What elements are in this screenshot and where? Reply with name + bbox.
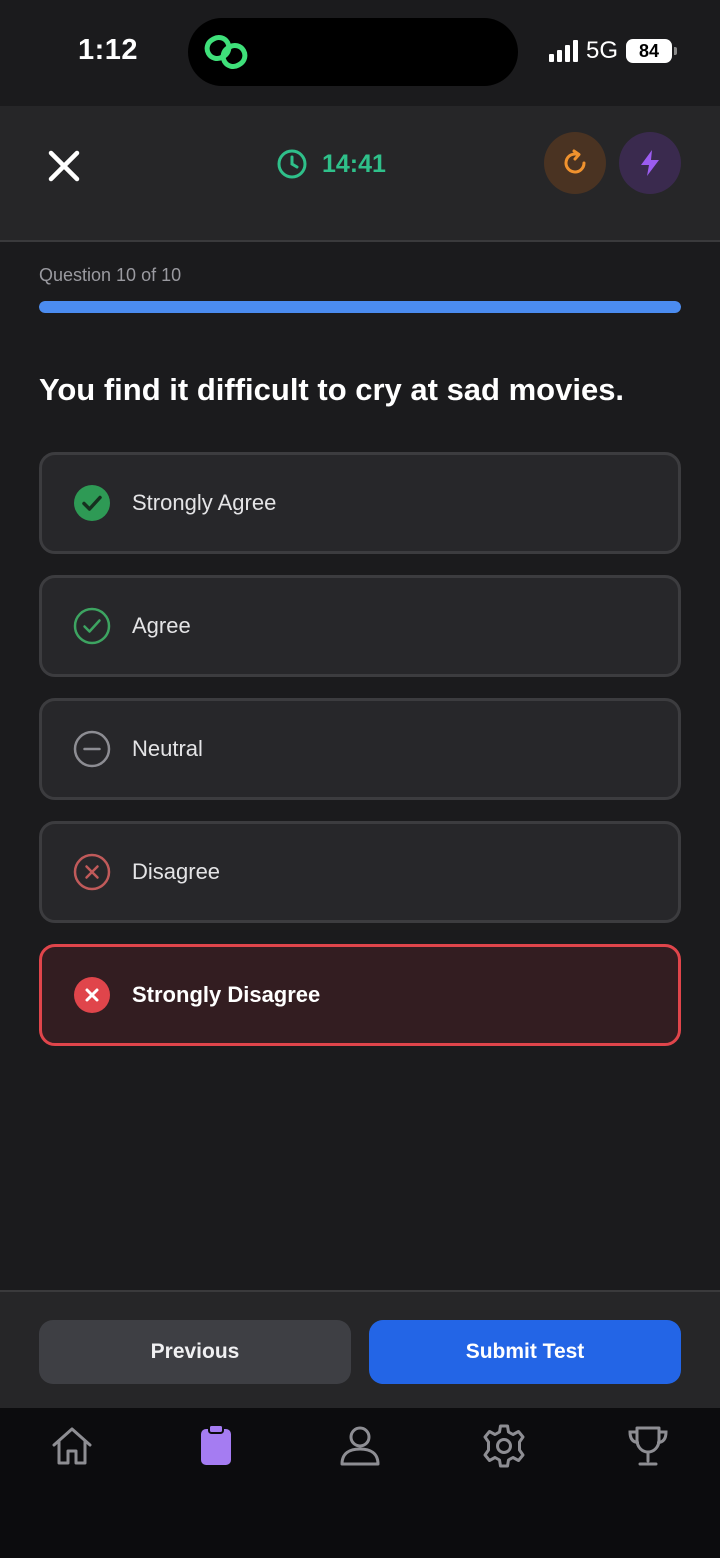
option-neutral[interactable]: Neutral	[39, 698, 681, 800]
question-counter: Question 10 of 10	[39, 265, 182, 285]
status-indicators: 5G 84	[548, 36, 677, 66]
close-icon[interactable]	[44, 146, 84, 186]
network-type: 5G	[585, 37, 618, 64]
timer-text: 14:41	[322, 149, 386, 178]
option-label: Disagree	[132, 859, 221, 884]
minus-circle-icon	[73, 730, 111, 768]
option-disagree[interactable]: Disagree	[39, 821, 681, 923]
filled-x-circle-icon	[74, 977, 110, 1013]
refresh-button[interactable]	[544, 132, 606, 194]
status-time: 1:12	[78, 34, 139, 66]
settings-icon[interactable]	[480, 1422, 528, 1470]
clipboard-icon[interactable]	[192, 1422, 240, 1470]
option-strongly-disagree[interactable]: Strongly Disagree	[39, 944, 681, 1046]
status-bar: 1:12 5G 84	[0, 0, 720, 106]
submit-test-button[interactable]: Submit Test	[369, 1320, 681, 1384]
previous-button[interactable]: Previous	[39, 1320, 351, 1384]
option-label: Strongly Agree	[132, 490, 277, 515]
home-icon[interactable]	[48, 1422, 96, 1470]
quiz-header: 14:41	[0, 106, 720, 242]
option-label: Strongly Disagree	[132, 982, 321, 1007]
clock-icon	[277, 149, 307, 179]
outline-check-circle-icon	[73, 607, 111, 645]
progress-bar	[39, 301, 681, 313]
bottom-tab-bar	[0, 1408, 720, 1558]
signal-icon	[548, 40, 578, 62]
option-agree[interactable]: Agree	[39, 575, 681, 677]
filled-check-circle-icon	[74, 485, 110, 521]
progress-fill	[39, 301, 681, 313]
dynamic-island	[188, 18, 518, 86]
trophy-icon[interactable]	[624, 1422, 672, 1470]
battery-icon: 84	[626, 39, 677, 63]
option-label: Neutral	[132, 736, 203, 761]
question-text: You find it difficult to cry at sad movi…	[39, 372, 625, 407]
refresh-icon	[564, 149, 586, 174]
quiz-footer: Previous Submit Test	[0, 1290, 720, 1408]
lightning-icon	[641, 150, 659, 176]
link-app-icon	[204, 35, 248, 69]
outline-x-circle-icon	[73, 853, 111, 891]
option-label: Agree	[132, 613, 191, 638]
timer: 14:41	[276, 148, 386, 180]
boost-button[interactable]	[619, 132, 681, 194]
option-strongly-agree[interactable]: Strongly Agree	[39, 452, 681, 554]
profile-icon[interactable]	[336, 1422, 384, 1470]
